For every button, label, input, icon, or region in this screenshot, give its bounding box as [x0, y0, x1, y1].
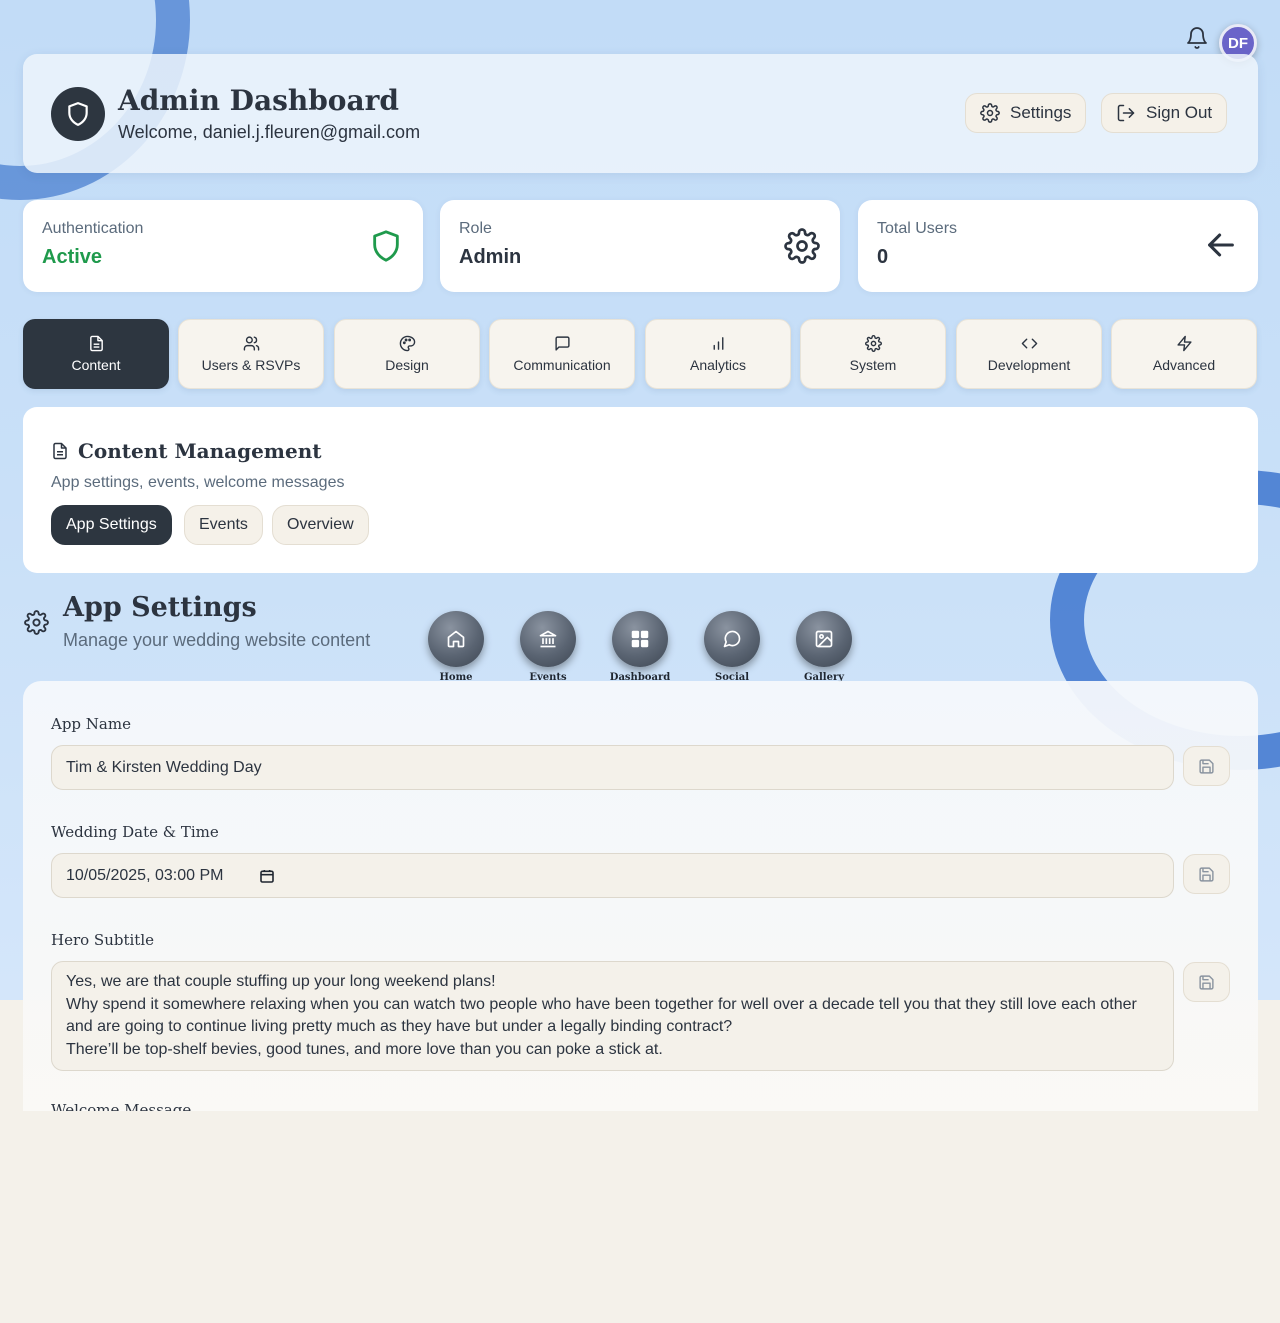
- hero-subtitle-label: Hero Subtitle: [51, 931, 154, 949]
- grid-icon: [631, 630, 649, 648]
- nav-social-button[interactable]: [704, 611, 760, 667]
- sign-out-label: Sign Out: [1146, 103, 1213, 122]
- stat-label: Total Users: [877, 220, 958, 237]
- settings-button[interactable]: Settings: [965, 93, 1087, 133]
- welcome-message-label: Welcome Message: [51, 1101, 192, 1111]
- settings-label: Settings: [1010, 103, 1072, 122]
- pill-app-settings[interactable]: App Settings: [51, 505, 172, 545]
- save-icon: [1199, 974, 1214, 990]
- app-name-input[interactable]: Tim & Kirsten Wedding Day: [51, 745, 1174, 790]
- stat-value: Admin: [459, 246, 522, 268]
- wedding-date-value: 10/05/2025, 03:00 PM: [66, 866, 224, 884]
- hero-line: Why spend it somewhere relaxing when you…: [66, 995, 1137, 1036]
- shield-icon: [373, 230, 399, 262]
- tab-users-rsvps[interactable]: Users & RSVPs: [178, 319, 324, 389]
- app-name-label: App Name: [51, 715, 131, 733]
- nav-events-button[interactable]: [520, 611, 576, 667]
- section-title: Content Management: [78, 439, 322, 463]
- tab-label: Advanced: [1152, 357, 1216, 373]
- hero-line: There’ll be top-shelf bevies, good tunes…: [66, 1040, 663, 1058]
- tab-label: Analytics: [689, 357, 747, 373]
- nav-gallery-button[interactable]: [796, 611, 852, 667]
- wedding-date-input[interactable]: 10/05/2025, 03:00 PM: [51, 853, 1174, 898]
- save-icon: [1199, 758, 1214, 774]
- calendar-icon[interactable]: [259, 868, 275, 884]
- tab-label: Communication: [513, 357, 611, 373]
- stat-value: 0: [877, 246, 889, 268]
- page-title: Admin Dashboard: [118, 84, 399, 117]
- tab-label: Content: [71, 357, 121, 373]
- stat-label: Role: [459, 220, 492, 237]
- wedding-date-label: Wedding Date & Time: [51, 823, 219, 841]
- save-hero-subtitle-button[interactable]: [1183, 962, 1230, 1002]
- app-settings-subtitle: Manage your wedding website content: [63, 630, 371, 650]
- gear-icon: [864, 335, 882, 352]
- tab-advanced[interactable]: Advanced: [1111, 319, 1257, 389]
- document-icon: [53, 442, 67, 460]
- code-icon: [1021, 338, 1037, 349]
- app-settings-form: App Name Tim & Kirsten Wedding Day Weddi…: [23, 681, 1258, 1111]
- stat-label: Authentication: [42, 220, 144, 237]
- stat-value: Active: [42, 246, 103, 268]
- palette-icon: [399, 335, 415, 352]
- shield-icon: [68, 102, 88, 126]
- gear-icon: [784, 228, 820, 264]
- pill-overview[interactable]: Overview: [272, 505, 369, 545]
- bar-chart-icon: [713, 337, 723, 350]
- tab-label: Development: [987, 357, 1071, 373]
- stat-total-users: Total Users 0: [858, 200, 1258, 292]
- gear-icon: [24, 610, 49, 635]
- shield-badge: [51, 87, 105, 141]
- lightning-icon: [1176, 335, 1192, 352]
- image-icon: [815, 630, 833, 648]
- tab-label: Design: [385, 357, 429, 373]
- header-card: Admin Dashboard Welcome, daniel.j.fleure…: [23, 54, 1258, 173]
- arrow-left-icon: [1208, 233, 1234, 257]
- save-app-name-button[interactable]: [1183, 746, 1230, 786]
- section-subtitle: App settings, events, welcome messages: [51, 474, 345, 491]
- hero-subtitle-textarea[interactable]: Yes, we are that couple stuffing up your…: [51, 961, 1174, 1071]
- stat-role: Role Admin: [440, 200, 840, 292]
- sign-out-icon: [1117, 104, 1135, 122]
- home-icon: [447, 630, 465, 648]
- bell-icon[interactable]: [1185, 26, 1209, 50]
- welcome-text: Welcome, daniel.j.fleuren@gmail.com: [118, 122, 421, 142]
- tab-system[interactable]: System: [800, 319, 946, 389]
- tab-content[interactable]: Content: [23, 319, 169, 389]
- tab-analytics[interactable]: Analytics: [645, 319, 791, 389]
- content-management-card: Content Management App settings, events,…: [23, 407, 1258, 573]
- users-icon: [243, 336, 259, 351]
- tab-development[interactable]: Development: [956, 319, 1102, 389]
- hero-line: Yes, we are that couple stuffing up your…: [66, 973, 496, 990]
- save-wedding-date-button[interactable]: [1183, 854, 1230, 894]
- pill-events[interactable]: Events: [184, 505, 263, 545]
- tab-label: System: [849, 357, 897, 373]
- save-icon: [1199, 866, 1214, 882]
- nav-home-button[interactable]: [428, 611, 484, 667]
- landmark-icon: [539, 630, 557, 648]
- nav-dashboard-button[interactable]: [612, 611, 668, 667]
- message-icon: [554, 336, 570, 351]
- chat-bubble-icon: [723, 630, 741, 648]
- app-settings-title: App Settings: [63, 592, 257, 623]
- tab-communication[interactable]: Communication: [489, 319, 635, 389]
- document-icon: [89, 335, 103, 352]
- sign-out-button[interactable]: Sign Out: [1101, 93, 1228, 133]
- stat-authentication: Authentication Active: [23, 200, 423, 292]
- gear-icon: [980, 103, 1000, 123]
- tab-design[interactable]: Design: [334, 319, 480, 389]
- tab-label: Users & RSVPs: [201, 357, 301, 373]
